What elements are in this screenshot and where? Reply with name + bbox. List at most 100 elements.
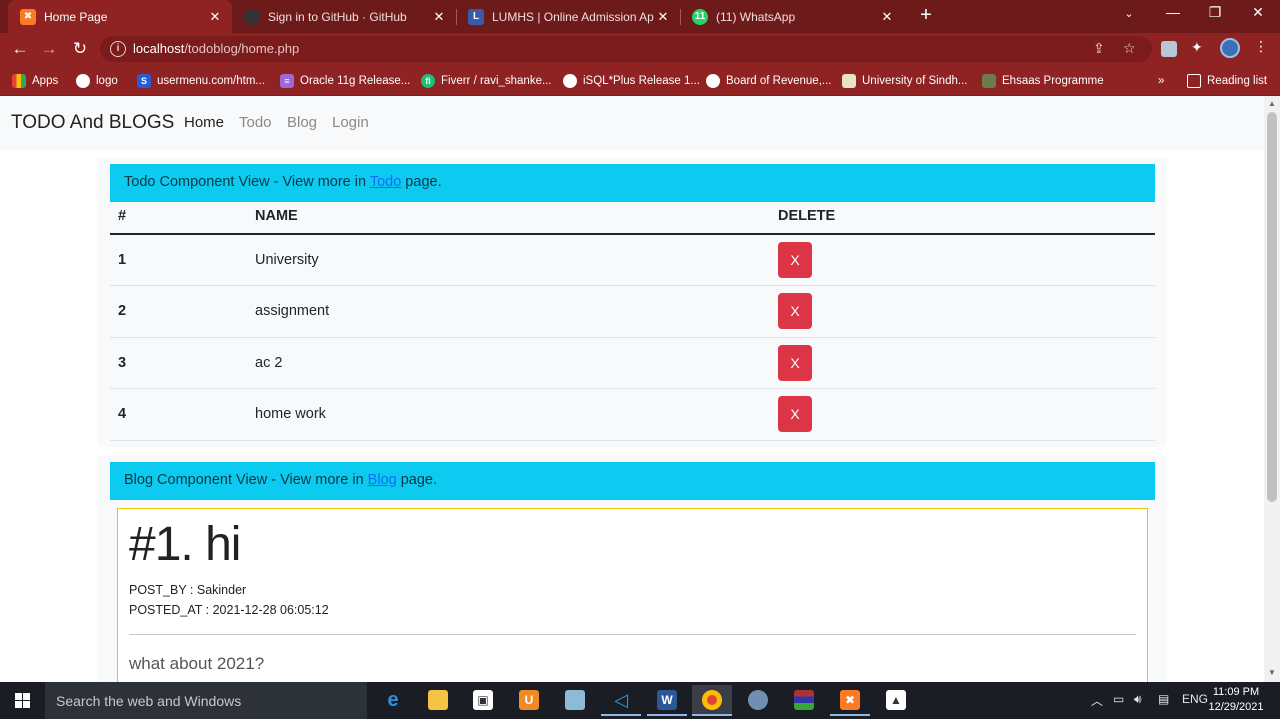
todo-alert: Todo Component View - View more in Todo … <box>110 164 1155 202</box>
todo-section: Todo Component View - View more in Todo … <box>98 158 1166 447</box>
profile-avatar-icon[interactable] <box>1220 38 1240 58</box>
tab-lumhs[interactable]: L LUMHS | Online Admission Appli ✕ <box>456 0 680 33</box>
nav-todo[interactable]: Todo <box>239 114 272 131</box>
table-header-row: # NAME DELETE <box>110 198 1155 235</box>
taskbar-winrar[interactable] <box>784 685 824 716</box>
todo-delete-cell: X <box>770 234 1155 286</box>
tab-whatsapp[interactable]: 11 (11) WhatsApp ✕ <box>680 0 904 33</box>
tray-chevron-icon[interactable]: ︿ <box>1091 692 1103 709</box>
blog-page-link[interactable]: Blog <box>368 472 397 488</box>
delete-button[interactable]: X <box>778 293 812 330</box>
extension-icon[interactable] <box>1161 41 1177 57</box>
todo-delete-cell: X <box>770 337 1155 389</box>
input-language[interactable]: ENG <box>1182 692 1208 706</box>
forward-arrow-icon[interactable]: → <box>38 38 60 60</box>
delete-button[interactable]: X <box>778 242 812 278</box>
taskbar-notepad[interactable] <box>555 685 595 716</box>
tab-title: (11) WhatsApp <box>716 9 796 24</box>
bookmark-fiverr[interactable]: fi Fiverr / ravi_shanke... <box>421 72 552 89</box>
globe-icon <box>563 73 577 88</box>
menu-kebab-icon[interactable]: ⋮ <box>1254 38 1270 54</box>
blog-alert: Blog Component View - View more in Blog … <box>110 462 1155 500</box>
taskbar-photos[interactable]: ▲ <box>876 685 916 716</box>
back-arrow-icon[interactable]: ← <box>9 38 31 60</box>
bookmark-star-icon[interactable]: ☆ <box>1123 40 1136 57</box>
minimize-icon[interactable]: — <box>1161 4 1185 20</box>
bookmark-oracle[interactable]: ≡ Oracle 11g Release... <box>280 72 410 89</box>
edge-icon: e <box>387 688 399 711</box>
github-icon <box>244 8 260 25</box>
delete-button[interactable]: X <box>778 396 812 433</box>
scroll-down-icon[interactable]: ▼ <box>1268 669 1276 677</box>
taskbar-clock[interactable]: 11:09 PM 12/29/2021 <box>1206 685 1266 715</box>
reload-icon[interactable]: ↻ <box>69 38 91 60</box>
bookmark-ehsaas[interactable]: Ehsaas Programme <box>982 72 1104 89</box>
start-button[interactable] <box>0 682 45 719</box>
close-tab-icon[interactable]: ✕ <box>206 9 224 25</box>
bookmark-isqlplus[interactable]: iSQL*Plus Release 1... <box>563 72 700 89</box>
tab-github[interactable]: Sign in to GitHub · GitHub ✕ <box>232 0 456 33</box>
taskbar-word[interactable]: W <box>647 685 687 716</box>
puzzle-extensions-icon[interactable]: ✦ <box>1191 39 1207 55</box>
todo-number: 4 <box>110 388 247 441</box>
bookmark-apps[interactable]: Apps <box>12 72 58 89</box>
todo-name: assignment <box>247 285 770 338</box>
browser-tab-strip: ✖ Home Page ✕ Sign in to GitHub · GitHub… <box>0 0 1280 33</box>
todo-table: # NAME DELETE 1 University X 2 assignmen… <box>110 198 1155 441</box>
close-tab-icon[interactable]: ✕ <box>878 9 896 25</box>
share-icon[interactable]: ⇪ <box>1093 40 1105 57</box>
tab-home-page[interactable]: ✖ Home Page ✕ <box>8 0 232 33</box>
taskbar-chrome[interactable] <box>692 685 732 716</box>
bookmark-university-of-sindh[interactable]: University of Sindh... <box>842 72 967 89</box>
post-divider <box>129 634 1136 635</box>
app-icon <box>748 690 768 710</box>
clock-time: 11:09 PM <box>1212 686 1260 698</box>
scroll-up-icon[interactable]: ▲ <box>1268 100 1276 108</box>
bookmark-board-of-revenue[interactable]: Board of Revenue,... <box>706 72 831 89</box>
delete-button[interactable]: X <box>778 344 812 381</box>
taskbar-store[interactable]: ▣ <box>463 685 503 716</box>
battery-icon[interactable]: ▭ <box>1113 692 1124 706</box>
todo-delete-cell: X <box>770 388 1155 441</box>
photos-icon: ▲ <box>886 690 906 710</box>
taskbar-vscode[interactable]: ◁ <box>601 685 641 716</box>
site-brand[interactable]: TODO And BLOGS <box>11 112 174 134</box>
close-tab-icon[interactable]: ✕ <box>654 9 672 25</box>
restore-icon[interactable]: ❐ <box>1203 4 1227 21</box>
site-info-icon[interactable]: i <box>110 41 126 57</box>
nav-blog[interactable]: Blog <box>287 114 317 131</box>
lumhs-icon: L <box>468 8 484 25</box>
volume-icon[interactable]: 🔊︎ <box>1134 692 1142 707</box>
taskbar-xampp[interactable]: ✖ <box>830 685 870 716</box>
bookmarks-bar: Apps logo S usermenu.com/htm... ≡ Oracle… <box>0 65 1280 96</box>
reading-list-button[interactable]: Reading list <box>1187 72 1267 89</box>
page-scrollbar[interactable]: ▲ ▼ <box>1264 96 1280 682</box>
tab-search-chevron-icon[interactable]: ⌄ <box>1117 7 1141 20</box>
bookmarks-overflow[interactable]: » <box>1158 72 1164 89</box>
taskbar-search[interactable]: Search the web and Windows <box>45 682 367 719</box>
address-url[interactable]: localhost/todoblog/home.php <box>133 41 299 56</box>
taskbar-edge[interactable]: e <box>373 685 413 716</box>
bookmark-logo[interactable]: logo <box>76 72 118 89</box>
tab-title: Sign in to GitHub · GitHub <box>268 9 407 24</box>
address-bar[interactable]: i localhost/todoblog/home.php ⇪ ☆ <box>100 36 1152 62</box>
table-row: 3 ac 2 X <box>110 337 1155 389</box>
column-header-delete: DELETE <box>770 198 1155 235</box>
nav-login[interactable]: Login <box>332 114 369 131</box>
todo-name: home work <box>247 388 770 441</box>
todo-page-link[interactable]: Todo <box>370 174 401 190</box>
scrollbar-thumb[interactable] <box>1267 112 1277 502</box>
xampp-icon: ✖ <box>20 8 36 25</box>
todo-number: 2 <box>110 285 247 338</box>
word-icon: W <box>657 690 677 710</box>
taskbar-uc-browser[interactable]: U <box>509 685 549 716</box>
bookmark-usermenu[interactable]: S usermenu.com/htm... <box>137 72 265 89</box>
taskbar-file-explorer[interactable] <box>418 685 458 716</box>
browser-toolbar: ← → ↻ i localhost/todoblog/home.php ⇪ ☆ … <box>0 33 1280 65</box>
new-tab-icon[interactable]: + <box>916 5 936 27</box>
nav-home[interactable]: Home <box>184 114 224 131</box>
taskbar-app[interactable] <box>738 685 778 716</box>
close-window-icon[interactable]: ✕ <box>1246 4 1270 21</box>
close-tab-icon[interactable]: ✕ <box>430 9 448 25</box>
notification-icon[interactable]: ▤ <box>1158 692 1169 706</box>
